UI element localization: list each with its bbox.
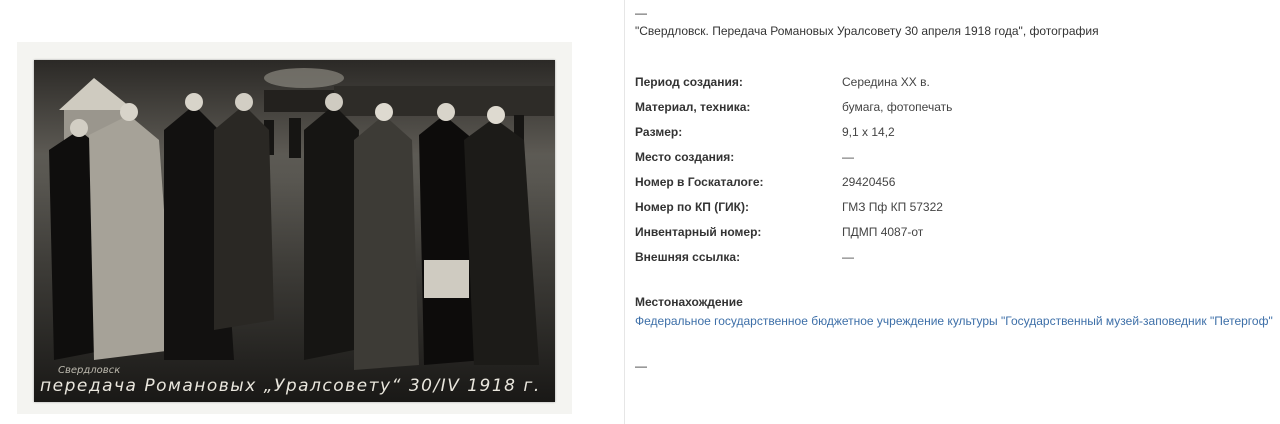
location-link[interactable]: Федеральное государственное бюджетное уч… bbox=[635, 314, 1273, 328]
property-value: — bbox=[842, 149, 854, 164]
top-dash: — bbox=[635, 6, 647, 20]
property-row: Номер по КП (ГИК): ГМЗ Пф КП 57322 bbox=[635, 194, 1275, 219]
property-value: 9,1 х 14,2 bbox=[842, 124, 895, 139]
property-label: Материал, техника: bbox=[635, 99, 751, 114]
property-row: Материал, техника: бумага, фотопечать bbox=[635, 94, 1275, 119]
photo-mount[interactable]: Свердловск передача Романовых „Уралсовет… bbox=[17, 42, 572, 414]
properties-list: Период создания: Середина XX в. Материал… bbox=[635, 69, 1275, 269]
property-value: 29420456 bbox=[842, 174, 896, 189]
info-pane: — "Свердловск. Передача Романовых Уралсо… bbox=[635, 0, 1275, 424]
property-label: Номер в Госкаталоге: bbox=[635, 174, 764, 189]
property-row: Размер: 9,1 х 14,2 bbox=[635, 119, 1275, 144]
property-value: ПДМП 4087-от bbox=[842, 224, 924, 239]
photo-caption: передача Романовых „Уралсовету“ 30/IV 19… bbox=[40, 376, 541, 396]
property-label: Инвентарный номер: bbox=[635, 224, 762, 239]
location-label: Местонахождение bbox=[635, 295, 743, 309]
property-row: Инвентарный номер: ПДМП 4087-от bbox=[635, 219, 1275, 244]
photo-caption-small: Свердловск bbox=[58, 365, 121, 376]
property-label: Место создания: bbox=[635, 149, 735, 164]
bottom-dash: — bbox=[635, 359, 647, 373]
property-value: Середина XX в. bbox=[842, 74, 930, 89]
image-pane: Свердловск передача Романовых „Уралсовет… bbox=[0, 0, 625, 424]
property-row: Номер в Госкаталоге: 29420456 bbox=[635, 169, 1275, 194]
property-label: Период создания: bbox=[635, 74, 743, 89]
property-label: Внешняя ссылка: bbox=[635, 249, 741, 264]
property-value: ГМЗ Пф КП 57322 bbox=[842, 199, 943, 214]
property-label: Размер: bbox=[635, 124, 683, 139]
photo-illustration bbox=[34, 60, 555, 402]
artwork-photo[interactable]: Свердловск передача Романовых „Уралсовет… bbox=[34, 60, 555, 402]
property-label: Номер по КП (ГИК): bbox=[635, 199, 749, 214]
property-row: Внешняя ссылка: — bbox=[635, 244, 1275, 269]
artwork-title: "Свердловск. Передача Романовых Уралсове… bbox=[635, 24, 1099, 38]
property-value: — bbox=[842, 249, 854, 264]
property-row: Период создания: Середина XX в. bbox=[635, 69, 1275, 94]
property-value: бумага, фотопечать bbox=[842, 99, 953, 114]
property-row: Место создания: — bbox=[635, 144, 1275, 169]
